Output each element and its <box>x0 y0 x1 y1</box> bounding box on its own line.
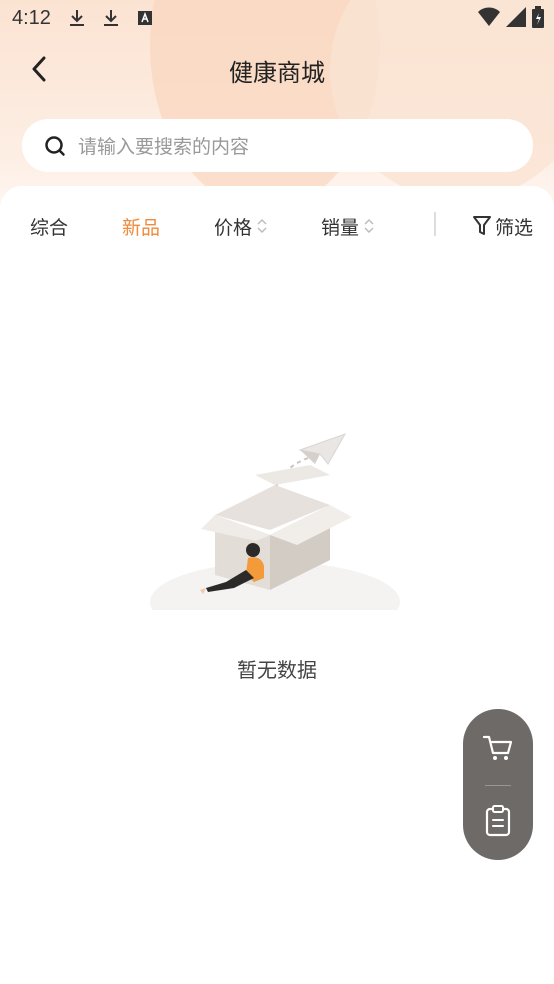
tab-label: 价格 <box>214 216 253 239</box>
empty-box-illustration <box>150 433 400 610</box>
filter-button[interactable]: 筛选 <box>472 210 533 242</box>
filter-icon <box>473 216 491 235</box>
search-placeholder: 请输入要搜索的内容 <box>78 136 250 158</box>
tab-label: 综合 <box>30 216 69 239</box>
search-input[interactable]: 请输入要搜索的内容 <box>22 119 533 172</box>
text-app-icon <box>137 11 152 25</box>
floating-action-bar <box>463 709 533 860</box>
orders-button[interactable] <box>463 786 533 856</box>
tab-new-products[interactable]: 新品 <box>122 210 160 242</box>
tab-sales[interactable]: 销量 <box>321 210 375 242</box>
battery-icon <box>532 6 544 28</box>
tab-label: 销量 <box>321 216 360 239</box>
search-icon <box>45 135 65 156</box>
back-arrow-icon <box>32 56 46 82</box>
back-button[interactable] <box>24 54 54 84</box>
status-time: 4:12 <box>12 6 51 29</box>
sort-arrows-icon <box>364 219 374 233</box>
tab-price[interactable]: 价格 <box>214 210 268 242</box>
tab-comprehensive[interactable]: 综合 <box>30 210 68 242</box>
sort-arrows-icon <box>257 219 267 233</box>
empty-state-text: 暂无数据 <box>237 658 317 682</box>
download-icon <box>103 10 118 26</box>
tab-divider <box>434 212 436 236</box>
sort-tabs: 综合 新品 价格 销量 筛选 <box>0 210 554 242</box>
download-icon <box>69 10 84 26</box>
page-title: 健康商城 <box>229 58 325 87</box>
top-nav-bar: 健康商城 <box>0 42 554 98</box>
cart-button[interactable] <box>463 713 533 783</box>
cart-icon <box>482 735 513 760</box>
status-bar: 4:12 <box>0 0 554 36</box>
wifi-icon <box>478 7 500 26</box>
clipboard-icon <box>485 805 511 837</box>
filter-label: 筛选 <box>495 216 534 239</box>
signal-icon <box>506 7 526 27</box>
tab-label: 新品 <box>122 216 161 239</box>
